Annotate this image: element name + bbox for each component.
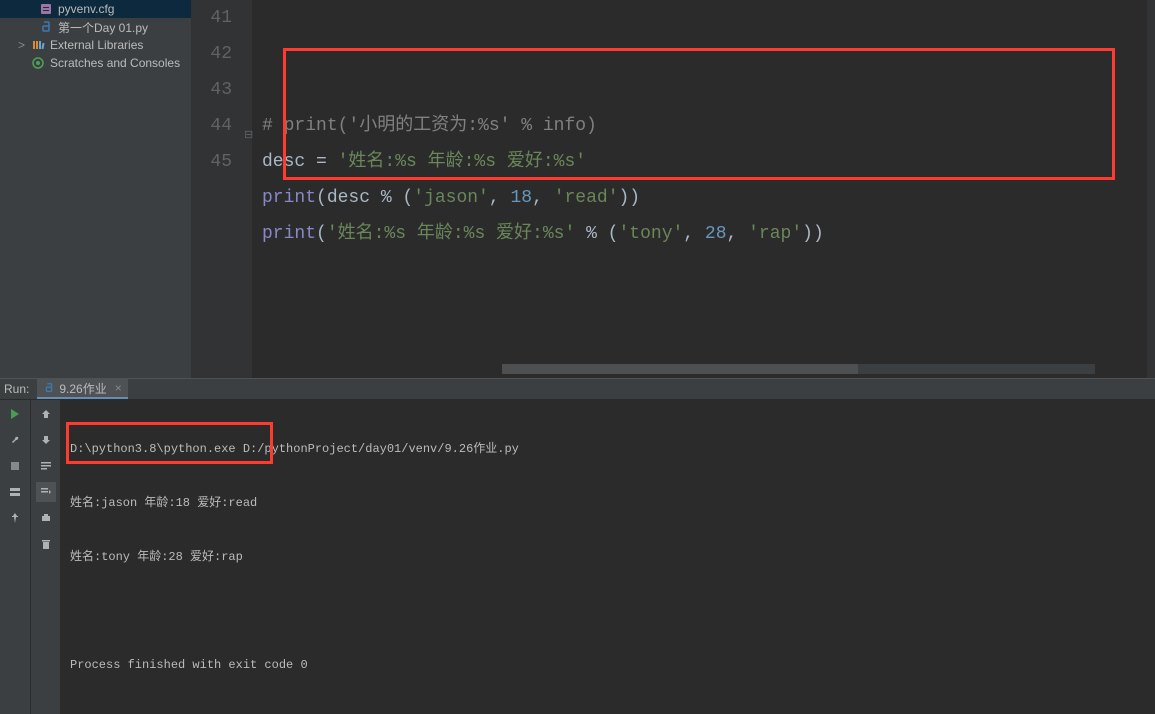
fold-marker-icon[interactable]: ⊟ [244,118,256,130]
tree-item-label: pyvenv.cfg [58,2,114,16]
rerun-button[interactable] [5,404,25,424]
tree-item-label: Scratches and Consoles [50,56,180,70]
run-console-output[interactable]: D:\python3.8\python.exe D:/pythonProject… [60,400,1155,714]
stop-button[interactable] [5,456,25,476]
line-number: 43 [192,72,232,108]
code-token: 'jason' [413,188,489,208]
code-token: (desc [316,188,381,208]
line-number: 42 [192,36,232,72]
tree-item-external-libs[interactable]: > External Libraries [0,36,191,54]
run-toolbar-secondary [30,400,60,714]
run-tab[interactable]: 9.26作业 × [37,379,127,399]
print-icon[interactable] [36,508,56,528]
project-sidebar[interactable]: pyvenv.cfg 第一个Day 01.py > External Libra… [0,0,192,378]
up-arrow-icon[interactable] [36,404,56,424]
code-token: 'tony' [618,224,683,244]
down-arrow-icon[interactable] [36,430,56,450]
code-token: 18 [510,188,532,208]
config-file-icon [38,2,54,16]
code-token: % ( [381,188,413,208]
code-token: 28 [705,224,727,244]
output-line: 姓名:tony 年龄:28 爱好:rap [70,548,1145,566]
run-tool-window: Run: 9.26作业 × [0,378,1155,568]
library-icon [30,38,46,52]
code-token: print [262,188,316,208]
editor-right-gutter [1147,0,1155,378]
code-token: )) [619,188,641,208]
code-token: print [262,224,316,244]
line-number: 45 [192,144,232,180]
code-token: print [284,116,338,136]
code-line[interactable] [262,252,1147,288]
tree-item-label: External Libraries [50,38,143,52]
horizontal-scrollbar[interactable] [502,364,1095,374]
code-editor[interactable]: 41 42 43 44 45 ⊟# print('小明的工资为:%s' % in… [192,0,1155,378]
code-token: 'read' [554,188,619,208]
command-line: D:\python3.8\python.exe D:/pythonProject… [70,440,1145,458]
line-number-gutter: 41 42 43 44 45 [192,0,252,378]
code-line[interactable]: print(desc % ('jason', 18, 'read')) [262,180,1147,216]
run-toolbar-primary [0,400,30,714]
tree-item-pyvenv[interactable]: pyvenv.cfg [0,0,191,18]
code-content[interactable]: ⊟# print('小明的工资为:%s' % info)desc = '姓名:%… [252,0,1147,378]
code-token: , [683,224,705,244]
output-blank [70,602,1145,620]
code-token: , [727,224,749,244]
run-tab-label: 9.26作业 [59,380,106,397]
trash-icon[interactable] [36,534,56,554]
code-token: , [532,188,554,208]
code-token: )) [802,224,824,244]
code-token: # [262,116,284,136]
code-token: % ( [575,224,618,244]
line-number: 44 [192,108,232,144]
exit-status-line: Process finished with exit code 0 [70,656,1145,674]
run-panel-header: Run: 9.26作业 × [0,378,1155,400]
code-token: desc [262,152,316,172]
scrollbar-thumb[interactable] [502,364,858,374]
code-token: ('小明的工资为:%s' % info) [338,116,597,136]
scratches-icon [30,56,46,70]
output-line: 姓名:jason 年龄:18 爱好:read [70,494,1145,512]
code-token: '姓名:%s 年龄:%s 爱好:%s' [338,152,586,172]
code-token: ( [316,224,327,244]
python-icon [43,382,55,394]
tree-item-label: 第一个Day 01.py [58,19,148,36]
code-token: = [316,152,338,172]
close-tab-icon[interactable]: × [115,381,122,395]
code-token: '姓名:%s 年龄:%s 爱好:%s' [327,224,575,244]
run-header-label: Run: [4,382,29,396]
tree-item-day01[interactable]: 第一个Day 01.py [0,18,191,36]
line-number: 41 [192,0,232,36]
python-file-icon [38,20,54,34]
expand-arrow-icon: > [18,38,28,52]
code-line[interactable]: ⊟# print('小明的工资为:%s' % info) [262,108,1147,144]
wrench-icon[interactable] [5,430,25,450]
pin-icon[interactable] [5,508,25,528]
code-line[interactable]: print('姓名:%s 年龄:%s 爱好:%s' % ('tony', 28,… [262,216,1147,252]
scroll-to-end-icon[interactable] [36,482,56,502]
code-token: 'rap' [748,224,802,244]
code-line[interactable]: desc = '姓名:%s 年龄:%s 爱好:%s' [262,144,1147,180]
tree-item-scratches[interactable]: Scratches and Consoles [0,54,191,72]
wrap-text-icon[interactable] [36,456,56,476]
layout-icon[interactable] [5,482,25,502]
code-token: , [489,188,511,208]
